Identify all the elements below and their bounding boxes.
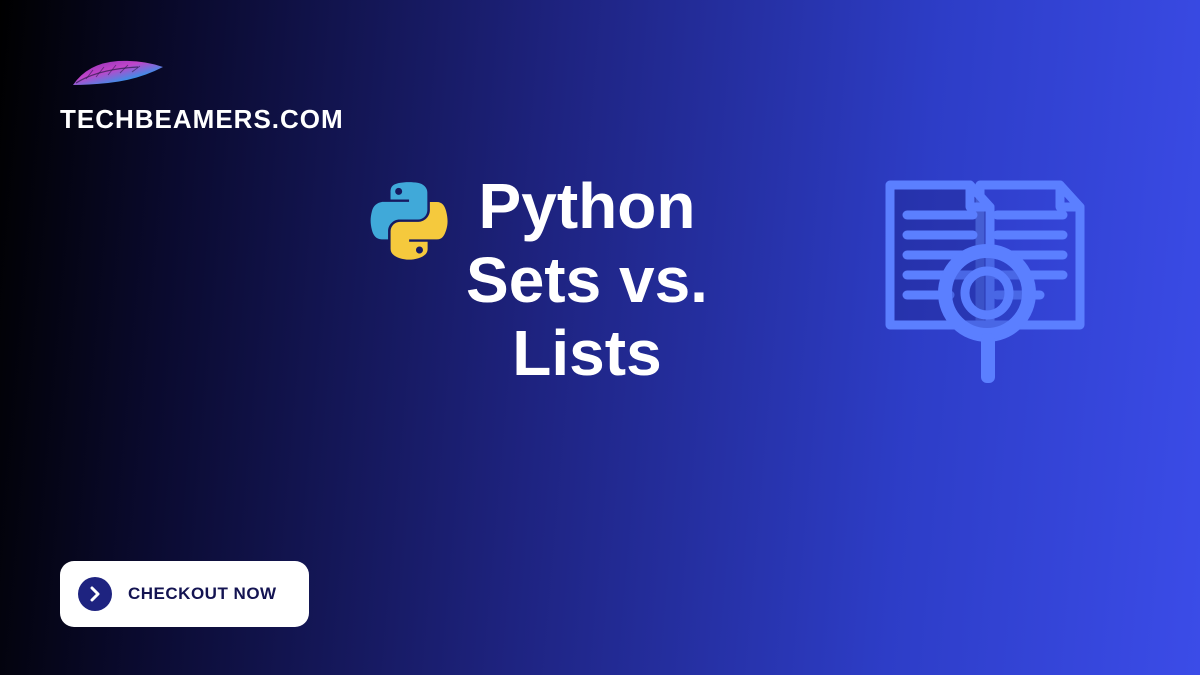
page-title: Python Sets vs. Lists [466,170,708,391]
hero-section: Python Sets vs. Lists [370,170,708,391]
checkout-button[interactable]: CHECKOUT NOW [60,561,309,627]
site-logo: TECHBEAMERS.COM [60,55,344,135]
python-logo-icon [370,182,448,265]
brand-name: TECHBEAMERS.COM [60,104,344,135]
feather-icon [68,55,344,98]
checkout-label: CHECKOUT NOW [128,584,277,604]
document-search-icon [875,175,1105,395]
chevron-right-icon [78,577,112,611]
